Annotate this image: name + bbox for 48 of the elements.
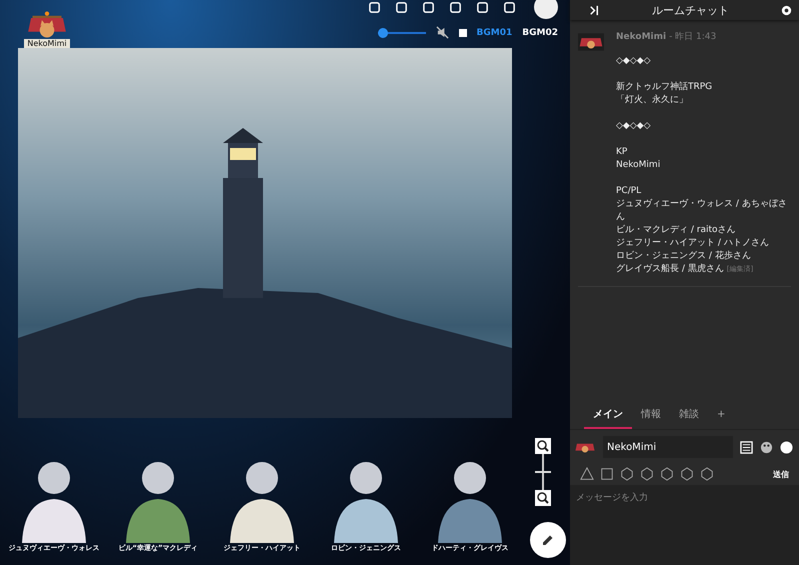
- chat-tab[interactable]: メイン: [584, 401, 632, 429]
- panel-title: ルームチャット: [652, 2, 729, 18]
- message-text: 「灯火、永久に」: [616, 95, 688, 105]
- message-text: ロビン・ジェニングス / 花歩さん: [616, 251, 751, 261]
- message-text: ジュヌヴィエーヴ・ウォレス / あちゃぼさん: [616, 199, 787, 222]
- dice-icon[interactable]: [660, 467, 674, 481]
- toolbar-icon[interactable]: [503, 0, 516, 14]
- toolbar-icon[interactable]: [395, 0, 408, 14]
- message-input[interactable]: メッセージを入力: [570, 485, 799, 565]
- zoom-in-icon[interactable]: [535, 438, 551, 454]
- dice-icon[interactable]: [620, 467, 634, 481]
- bgm-track-button[interactable]: BGM02: [522, 28, 558, 38]
- message-text: ◇◆◇◆◇: [616, 56, 651, 66]
- chat-tab[interactable]: 情報: [632, 401, 670, 429]
- message-text: PC/PL: [616, 186, 642, 196]
- dice-icon[interactable]: [600, 467, 614, 481]
- collapse-icon[interactable]: [588, 4, 601, 16]
- message-text: ビル・マクレディ / raitoさん: [616, 225, 736, 235]
- toolbar-icon[interactable]: [422, 0, 435, 14]
- mute-icon[interactable]: [436, 26, 449, 39]
- zoom-out-icon[interactable]: [535, 490, 551, 506]
- dice-icon[interactable]: [580, 467, 594, 481]
- list-icon[interactable]: [740, 440, 753, 454]
- pencil-icon: [541, 533, 555, 547]
- message-text: KP: [616, 147, 628, 157]
- toolbar-icon[interactable]: [449, 0, 462, 14]
- message-text: NekoMimi: [616, 160, 660, 170]
- message-text: グレイヴス船長 / 黒虎さん: [616, 264, 724, 274]
- chat-tab[interactable]: 雑談: [670, 401, 708, 429]
- message-text: ジェフリー・ハイアット / ハトノさん: [616, 238, 769, 248]
- stop-icon[interactable]: [458, 28, 467, 36]
- bgm-track-button[interactable]: BGM01: [476, 28, 512, 38]
- dice-icon[interactable]: [700, 467, 714, 481]
- dice-icon[interactable]: [640, 467, 654, 481]
- character-name-field[interactable]: NekoMimi: [603, 436, 733, 458]
- chat-tab[interactable]: +: [708, 401, 734, 429]
- room-avatar-icon[interactable]: [534, 0, 558, 19]
- message-author: NekoMimi: [616, 32, 666, 42]
- message-text: ◇◆◇◆◇: [616, 121, 651, 131]
- user-name: NekoMimi: [24, 39, 70, 48]
- toolbar-icon[interactable]: [368, 0, 381, 14]
- message-time: - 昨日 1:43: [669, 32, 716, 42]
- edit-button[interactable]: [530, 522, 566, 558]
- send-button[interactable]: 送信: [773, 468, 789, 480]
- toolbar-icon[interactable]: [476, 0, 489, 14]
- settings-icon[interactable]: [780, 4, 793, 16]
- message-text: 新クトゥルフ神話TRPG: [616, 82, 712, 92]
- dice-icon[interactable]: [680, 467, 694, 481]
